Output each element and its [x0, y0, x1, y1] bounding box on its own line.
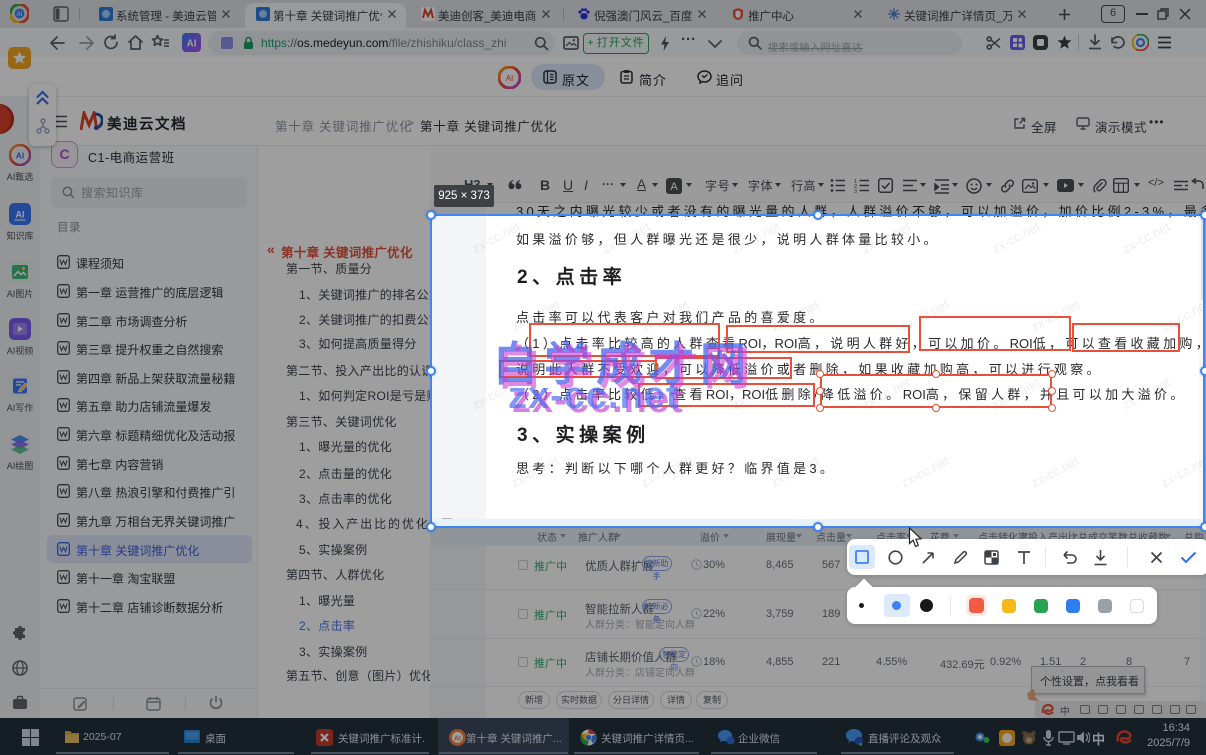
svg-text:AI: AI — [16, 151, 25, 161]
svg-text:AI: AI — [454, 736, 461, 743]
svg-text:AI: AI — [16, 210, 25, 220]
svg-text:AI: AI — [506, 74, 514, 83]
svg-text:3: 3 — [854, 189, 857, 194]
svg-text:AI: AI — [187, 39, 197, 50]
svg-text:A: A — [670, 181, 678, 193]
svg-text:AI: AI — [17, 12, 23, 18]
